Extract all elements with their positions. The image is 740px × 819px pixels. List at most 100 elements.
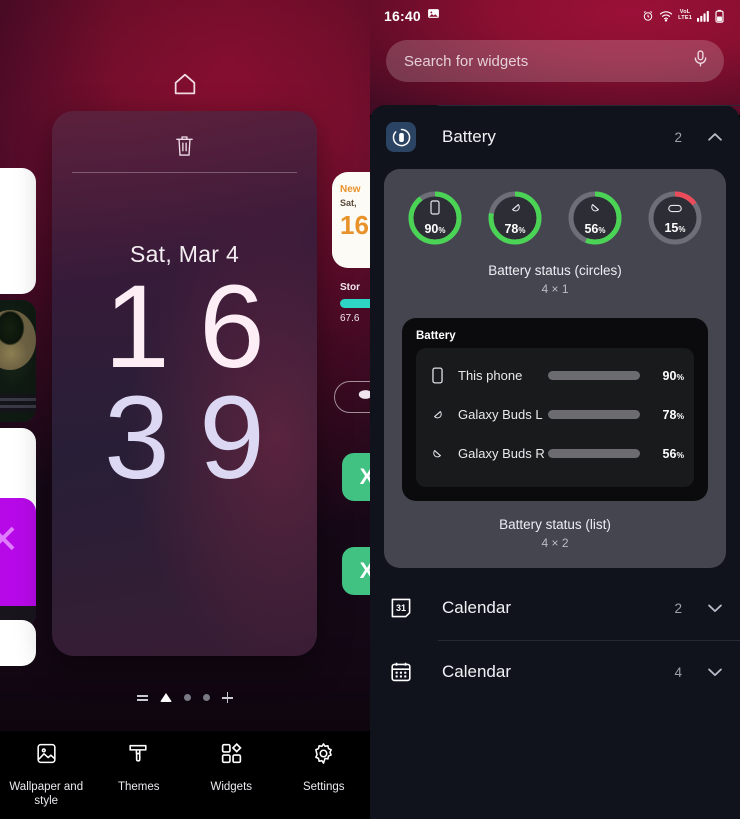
- buds-left-icon: [426, 406, 448, 423]
- preview-card-news[interactable]: New Sat, 16: [332, 172, 370, 268]
- widgets-icon: [219, 741, 244, 771]
- news-big-number: 16: [340, 210, 369, 240]
- battery-circle-percent: 78%: [504, 222, 526, 236]
- clock-widget[interactable]: Sat, Mar 4 1 6 3 9: [52, 241, 317, 504]
- volte-indicator: VoL LTE1: [678, 9, 692, 21]
- toolbar-item-wallpaper[interactable]: Wallpaper and style: [0, 741, 93, 809]
- home-page-icon[interactable]: [160, 693, 172, 702]
- section-title: Calendar: [442, 598, 511, 617]
- status-bar: 16:40 VoL LTE1: [370, 0, 740, 32]
- widget-size: 4 × 1: [541, 282, 569, 296]
- search-input[interactable]: Search for widgets: [404, 53, 691, 70]
- battery-list-title: Battery: [416, 330, 456, 342]
- page-indicator: [0, 692, 370, 703]
- battery-device-name: Galaxy Buds L: [458, 407, 543, 422]
- battery-bar: [548, 449, 640, 458]
- buds-left-icon: [508, 200, 523, 220]
- battery-circles-caption: Battery status (circles) 4 × 1: [384, 263, 726, 296]
- page-dot-3[interactable]: [203, 694, 210, 701]
- home-screen-card[interactable]: Sat, Mar 4 1 6 3 9: [52, 111, 317, 656]
- edit-toolbar: Wallpaper and style Themes Widgets Setti…: [0, 731, 370, 819]
- preview-storage-widget[interactable]: Stor 67.6: [332, 282, 370, 324]
- microphone-icon[interactable]: [691, 49, 710, 73]
- storage-bar: [340, 299, 370, 308]
- buds-right-icon: [588, 200, 603, 220]
- home-indicator: [0, 70, 370, 103]
- battery-icon: [715, 9, 724, 23]
- preview-buds-pill[interactable]: [334, 381, 370, 413]
- battery-circle-buds-left: 78%: [486, 189, 544, 247]
- alarm-icon: [642, 10, 654, 22]
- news-line-1: New: [340, 184, 361, 195]
- section-header-calendar-2[interactable]: Calendar 4: [370, 640, 740, 704]
- news-line-2: Sat,: [340, 198, 357, 208]
- chevron-down-icon[interactable]: [704, 661, 726, 683]
- calendar-31-icon: 31: [386, 593, 416, 623]
- battery-bar: [548, 410, 640, 419]
- clock-hour-tens: 1: [104, 261, 170, 393]
- plus-icon[interactable]: [222, 692, 233, 703]
- battery-circles-widget[interactable]: 90% 78% 56% 15%: [384, 189, 726, 247]
- delete-page-button[interactable]: [52, 133, 317, 164]
- chevron-down-icon[interactable]: [704, 597, 726, 619]
- clock-minute-tens: 3: [104, 371, 170, 504]
- phone-icon: [429, 200, 441, 220]
- battery-circle-buds-case: 15%: [646, 189, 704, 247]
- chevron-up-icon[interactable]: [704, 126, 726, 148]
- battery-percent: 78%: [662, 407, 684, 422]
- toolbar-item-settings[interactable]: Settings: [278, 741, 371, 794]
- page-dot-2[interactable]: [184, 694, 191, 701]
- battery-list-row: Galaxy Buds L 78%: [426, 395, 684, 434]
- phone-icon: [426, 367, 448, 384]
- section-header-battery[interactable]: Battery 2: [370, 105, 740, 169]
- clock-digits: 1 6 3 9: [90, 261, 280, 504]
- buds-right-icon: [356, 385, 370, 409]
- screen-root: ✕ Sat, Mar 4 1 6 3 9 New Sat, 16 Stor 67…: [0, 0, 740, 819]
- battery-circle-percent: 56%: [584, 222, 606, 236]
- preview-card-left-magenta[interactable]: ✕: [0, 498, 36, 628]
- toolbar-item-themes[interactable]: Themes: [93, 741, 186, 794]
- battery-percent: 90%: [662, 368, 684, 383]
- widget-name: Battery status (circles): [488, 263, 622, 278]
- section-header-calendar-1[interactable]: 31 Calendar 2: [370, 576, 740, 640]
- battery-circle-percent: 90%: [424, 222, 446, 236]
- widget-name: Battery status (list): [499, 517, 611, 532]
- buds-case-icon: [667, 201, 683, 219]
- section-title: Battery: [442, 127, 496, 146]
- toolbar-item-widgets[interactable]: Widgets: [185, 741, 278, 794]
- search-widgets-bar[interactable]: Search for widgets: [386, 40, 724, 82]
- storage-value: 67.6: [340, 313, 360, 324]
- battery-circle-buds-right: 56%: [566, 189, 624, 247]
- toolbar-label-widgets: Widgets: [210, 781, 253, 793]
- battery-device-name: Galaxy Buds R: [458, 446, 545, 461]
- battery-app-icon: [386, 122, 416, 152]
- wallpaper-icon: [34, 741, 59, 771]
- preview-excel-icon-2[interactable]: X: [342, 547, 370, 595]
- widget-size: 4 × 2: [541, 536, 569, 550]
- home-screen-edit-panel: ✕ Sat, Mar 4 1 6 3 9 New Sat, 16 Stor 67…: [0, 0, 370, 819]
- widget-list-panel: Battery 2 90% 78% 56% 15% Battery status…: [370, 105, 740, 819]
- section-separator: [438, 640, 740, 641]
- hamburger-icon[interactable]: [137, 694, 148, 701]
- preview-card-left-5[interactable]: [0, 620, 36, 666]
- battery-percent: 56%: [662, 446, 684, 461]
- section-title: Calendar: [442, 662, 511, 681]
- card-divider: [72, 172, 297, 173]
- battery-device-name: This phone: [458, 368, 523, 383]
- buds-right-icon: [426, 445, 448, 462]
- clock-minute-ones: 9: [199, 371, 265, 504]
- battery-list-widget[interactable]: Battery This phone 90% Galaxy Buds L 78%…: [402, 318, 708, 501]
- gear-icon: [311, 741, 336, 771]
- toolbar-label-wallpaper: Wallpaper and style: [9, 781, 84, 808]
- preview-card-left-1[interactable]: [0, 168, 36, 294]
- preview-card-left-photo[interactable]: [0, 300, 36, 422]
- clock-hour-ones: 6: [199, 261, 265, 393]
- section-count: 2: [674, 600, 682, 616]
- status-time: 16:40: [384, 8, 421, 24]
- toolbar-label-settings: Settings: [302, 781, 345, 793]
- section-count: 4: [674, 664, 682, 680]
- calendar-grid-icon: [386, 657, 416, 687]
- battery-widgets-preview: 90% 78% 56% 15% Battery status (circles)…: [384, 169, 726, 568]
- svg-text:31: 31: [396, 603, 406, 613]
- preview-excel-icon-1[interactable]: X: [342, 453, 370, 501]
